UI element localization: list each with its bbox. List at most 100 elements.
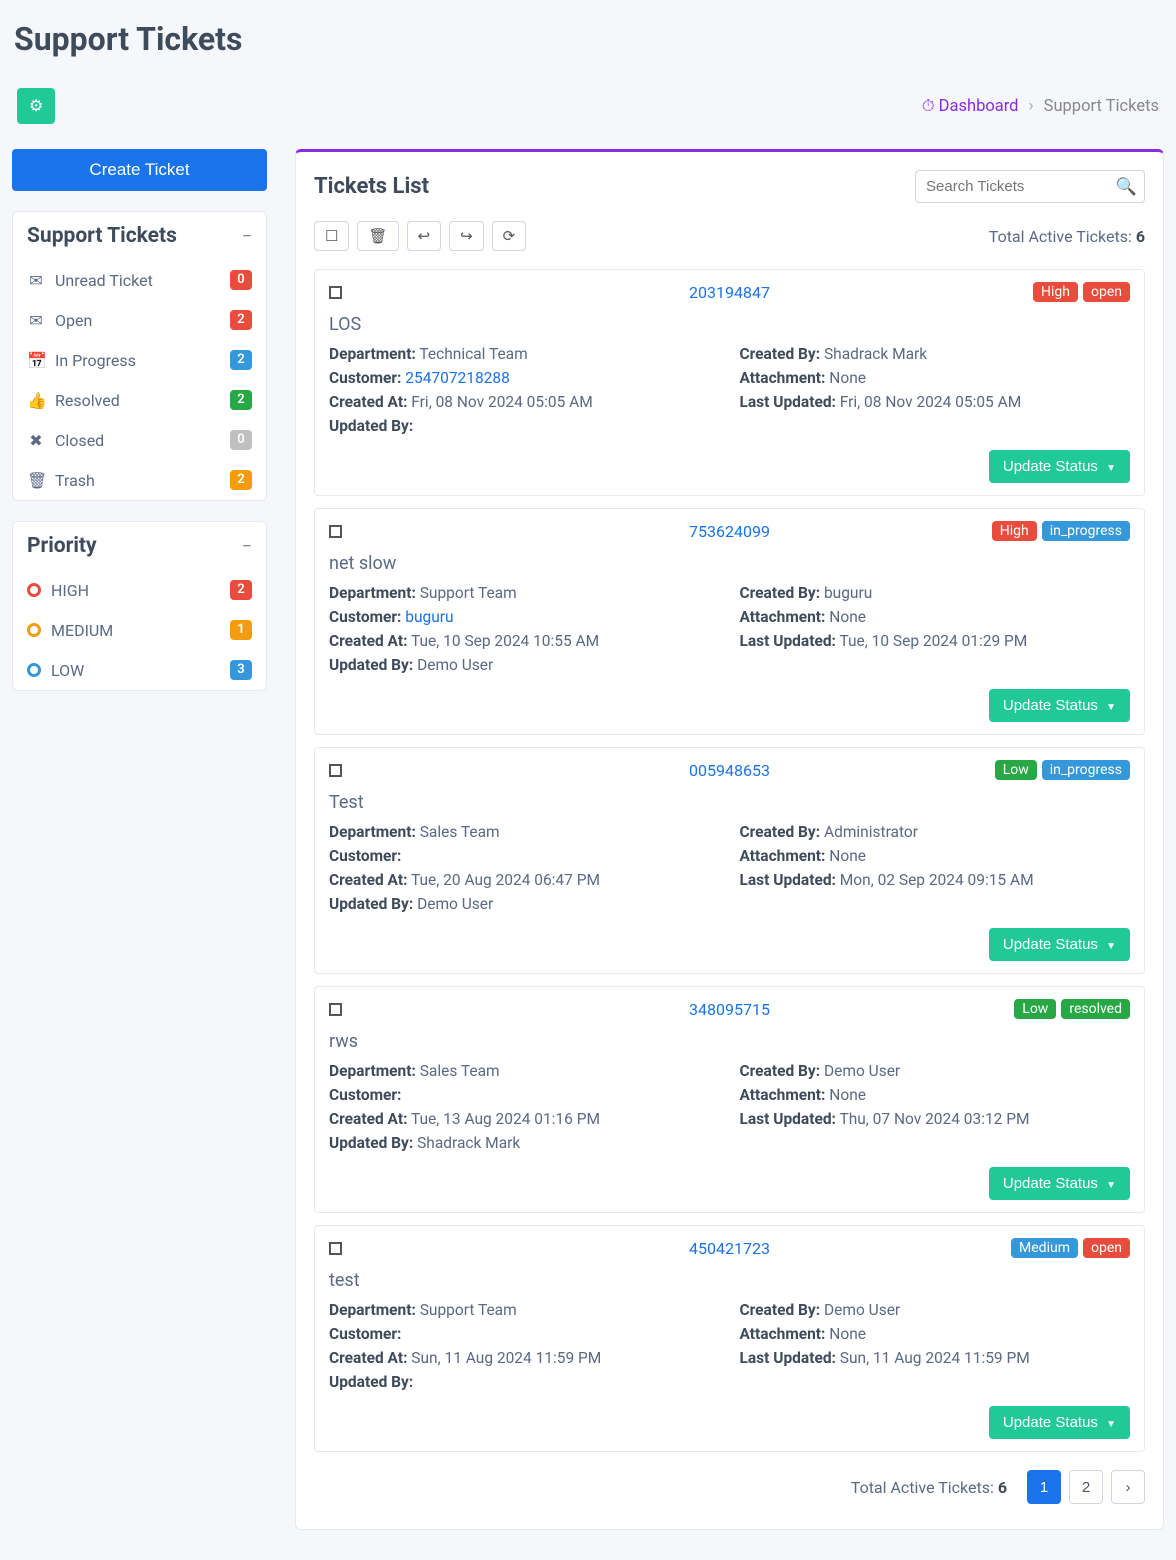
ticket-checkbox[interactable] [329,1003,342,1016]
sidebar-status-item[interactable]: 👍Resolved2 [13,380,266,420]
sidebar-priority-item[interactable]: LOW3 [13,650,266,690]
count-badge: 2 [230,390,252,410]
update-status-button[interactable]: Update Status ▼ [989,928,1130,961]
ticket-id-link[interactable]: 450421723 [689,1239,770,1258]
label-customer: Customer: [329,369,401,387]
attachment-value: None [829,1086,866,1104]
reply-button[interactable]: ↩ [407,221,442,251]
department-value: Sales Team [420,1062,500,1080]
sidebar-item-label: HIGH [51,581,89,600]
label-created-at: Created At: [329,871,407,889]
update-status-button[interactable]: Update Status ▼ [989,1167,1130,1200]
count-badge: 2 [230,310,252,330]
count-badge: 3 [230,660,252,680]
label-last-updated: Last Updated: [740,632,836,650]
ticket-card: 203194847 High open LOS Department: Tech… [314,269,1145,496]
sidebar-status-item[interactable]: 📅In Progress2 [13,340,266,380]
label-customer: Customer: [329,847,401,865]
next-page-button[interactable]: › [1111,1470,1145,1504]
label-department: Department: [329,1301,416,1319]
delete-button[interactable]: 🗑 [357,221,398,251]
status-icon: ✉ [27,311,45,330]
breadcrumb-dashboard[interactable]: Dashboard [939,97,1019,116]
square-icon: ☐ [325,228,338,245]
priority-panel-title: Priority [27,534,97,558]
page-button[interactable]: 1 [1027,1470,1061,1504]
sidebar-status-item[interactable]: 🗑Trash2 [13,460,266,500]
label-attachment: Attachment: [740,1325,826,1343]
last-updated-value: Thu, 07 Nov 2024 03:12 PM [839,1110,1029,1128]
sidebar-item-label: Closed [55,431,104,450]
count-badge: 0 [230,430,252,450]
priority-panel: Priority − HIGH2MEDIUM1LOW3 [12,521,267,691]
ticket-checkbox[interactable] [329,286,342,299]
ticket-title: Test [329,792,1130,813]
caret-down-icon: ▼ [1106,1419,1116,1430]
ticket-id-link[interactable]: 753624099 [689,522,770,541]
status-panel-title: Support Tickets [27,224,177,248]
tickets-panel: Tickets List 🔍 ☐ 🗑 ↩ ↪ ⟳ [295,149,1164,1530]
created-by-value: Demo User [824,1301,900,1319]
breadcrumb-sep: › [1029,97,1034,116]
circle-icon [27,663,41,677]
status-icon: ✖ [27,431,45,450]
attachment-value: None [829,608,866,626]
minus-icon[interactable]: − [242,536,252,557]
refresh-button[interactable]: ⟳ [492,221,527,251]
total-tickets-top: Total Active Tickets: 6 [989,227,1145,246]
forward-button[interactable]: ↪ [449,221,484,251]
chevron-right-icon: › [1126,1479,1131,1496]
page-title: Support Tickets [14,20,1164,58]
circle-icon [27,583,41,597]
label-last-updated: Last Updated: [740,871,836,889]
sidebar-item-label: Trash [55,471,95,490]
attachment-value: None [829,369,866,387]
status-icon: 📅 [27,351,45,370]
last-updated-value: Tue, 10 Sep 2024 01:29 PM [839,632,1027,650]
page-button[interactable]: 2 [1069,1470,1103,1504]
sidebar-status-item[interactable]: ✉Open2 [13,300,266,340]
ticket-id-link[interactable]: 005948653 [689,761,770,780]
label-created-by: Created By: [740,1062,821,1080]
ticket-checkbox[interactable] [329,764,342,777]
search-button[interactable]: 🔍 [1116,177,1137,197]
ticket-id-link[interactable]: 203194847 [689,283,770,302]
customer-link[interactable]: buguru [405,608,453,626]
created-at-value: Tue, 10 Sep 2024 10:55 AM [411,632,599,650]
settings-button[interactable]: ⚙ [17,88,55,124]
label-department: Department: [329,823,416,841]
sidebar-priority-item[interactable]: MEDIUM1 [13,610,266,650]
ticket-title: test [329,1270,1130,1291]
ticket-title: rws [329,1031,1130,1052]
ticket-checkbox[interactable] [329,1242,342,1255]
priority-badge: Low [995,760,1037,780]
label-last-updated: Last Updated: [740,1349,836,1367]
breadcrumb: ⏱ Dashboard › Support Tickets [922,97,1159,116]
count-badge: 1 [230,620,252,640]
created-by-value: Shadrack Mark [824,345,927,363]
ticket-title: LOS [329,314,1130,335]
department-value: Technical Team [419,345,527,363]
count-badge: 0 [230,270,252,290]
update-status-button[interactable]: Update Status ▼ [989,450,1130,483]
created-by-value: Demo User [824,1062,900,1080]
department-value: Support Team [420,584,517,602]
minus-icon[interactable]: − [242,226,252,247]
status-icon: 👍 [27,391,45,410]
select-all-button[interactable]: ☐ [314,221,349,251]
customer-link[interactable]: 254707218288 [405,369,510,387]
sidebar-status-item[interactable]: ✖ Closed 0 [13,420,266,460]
ticket-id-link[interactable]: 348095715 [689,1000,770,1019]
update-status-button[interactable]: Update Status ▼ [989,1406,1130,1439]
ticket-checkbox[interactable] [329,525,342,538]
update-status-button[interactable]: Update Status ▼ [989,689,1130,722]
create-ticket-button[interactable]: Create Ticket [12,149,267,191]
department-value: Sales Team [420,823,500,841]
priority-badge: Low [1014,999,1056,1019]
sidebar-status-item[interactable]: ✉Unread Ticket0 [13,260,266,300]
label-created-at: Created At: [329,1349,407,1367]
status-badge: open [1083,1238,1130,1258]
search-input[interactable] [915,170,1145,203]
sidebar-priority-item[interactable]: HIGH2 [13,570,266,610]
last-updated-value: Fri, 08 Nov 2024 05:05 AM [840,393,1021,411]
